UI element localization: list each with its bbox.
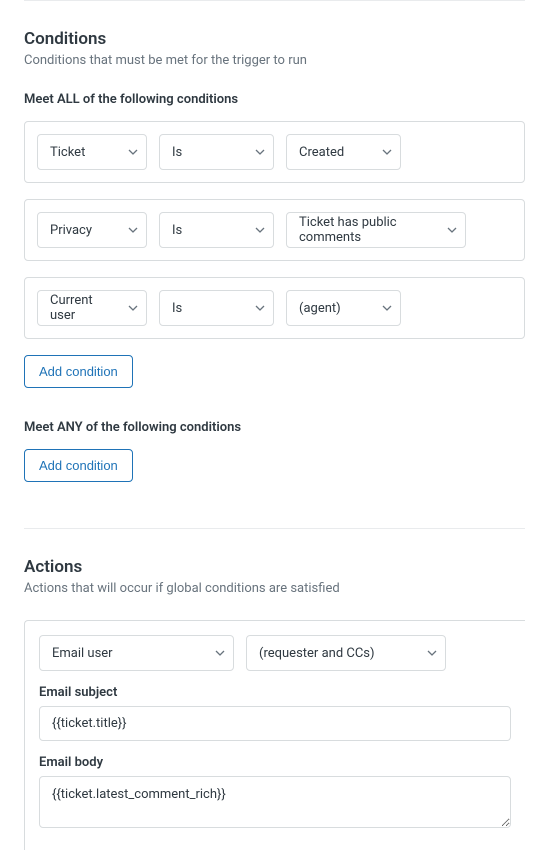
action-target-select[interactable]: (requester and CCs) (246, 635, 446, 671)
actions-section: Actions Actions that will occur if globa… (0, 557, 549, 850)
dropdown-value: Email user (52, 646, 113, 661)
top-divider (24, 0, 525, 1)
chevron-down-icon (382, 147, 392, 157)
chevron-down-icon (427, 648, 437, 658)
dropdown-value: Is (172, 301, 182, 316)
condition-row: Current user Is (agent) (24, 277, 525, 339)
dropdown-value: Ticket (50, 145, 85, 160)
condition-row: Privacy Is Ticket has public comments (24, 199, 525, 261)
chevron-down-icon (255, 303, 265, 313)
condition-operator-select[interactable]: Is (159, 212, 274, 248)
email-body-label: Email body (39, 755, 511, 770)
dropdown-value: Ticket has public comments (299, 215, 437, 245)
condition-field-select[interactable]: Current user (37, 290, 147, 326)
dropdown-value: (agent) (299, 301, 341, 316)
condition-operator-select[interactable]: Is (159, 134, 274, 170)
meet-any-label: Meet ANY of the following conditions (24, 420, 525, 435)
dropdown-value: Is (172, 223, 182, 238)
dropdown-value: Privacy (50, 223, 92, 238)
dropdown-value: Created (299, 145, 344, 160)
condition-value-select[interactable]: Created (286, 134, 401, 170)
email-subject-label: Email subject (39, 685, 511, 700)
email-subject-input[interactable] (39, 706, 511, 741)
actions-subtitle: Actions that will occur if global condit… (24, 581, 525, 596)
dropdown-value: (requester and CCs) (259, 646, 375, 661)
conditions-title: Conditions (24, 29, 525, 49)
dropdown-value: Current user (50, 293, 118, 323)
chevron-down-icon (255, 225, 265, 235)
chevron-down-icon (255, 147, 265, 157)
email-body-textarea[interactable] (39, 776, 511, 828)
chevron-down-icon (128, 303, 138, 313)
condition-field-select[interactable]: Ticket (37, 134, 147, 170)
action-type-select[interactable]: Email user (39, 635, 234, 671)
chevron-down-icon (215, 648, 225, 658)
action-card: Email user (requester and CCs) Email sub… (24, 620, 525, 850)
section-divider (24, 528, 525, 529)
condition-operator-select[interactable]: Is (159, 290, 274, 326)
add-condition-button[interactable]: Add condition (24, 355, 133, 388)
condition-value-select[interactable]: Ticket has public comments (286, 212, 466, 248)
meet-all-label: Meet ALL of the following conditions (24, 92, 525, 107)
condition-row: Ticket Is Created (24, 121, 525, 183)
chevron-down-icon (128, 147, 138, 157)
conditions-section: Conditions Conditions that must be met f… (0, 29, 549, 514)
chevron-down-icon (128, 225, 138, 235)
chevron-down-icon (382, 303, 392, 313)
add-condition-button[interactable]: Add condition (24, 449, 133, 482)
actions-title: Actions (24, 557, 525, 577)
conditions-subtitle: Conditions that must be met for the trig… (24, 53, 525, 68)
condition-field-select[interactable]: Privacy (37, 212, 147, 248)
condition-value-select[interactable]: (agent) (286, 290, 401, 326)
dropdown-value: Is (172, 145, 182, 160)
chevron-down-icon (447, 225, 457, 235)
